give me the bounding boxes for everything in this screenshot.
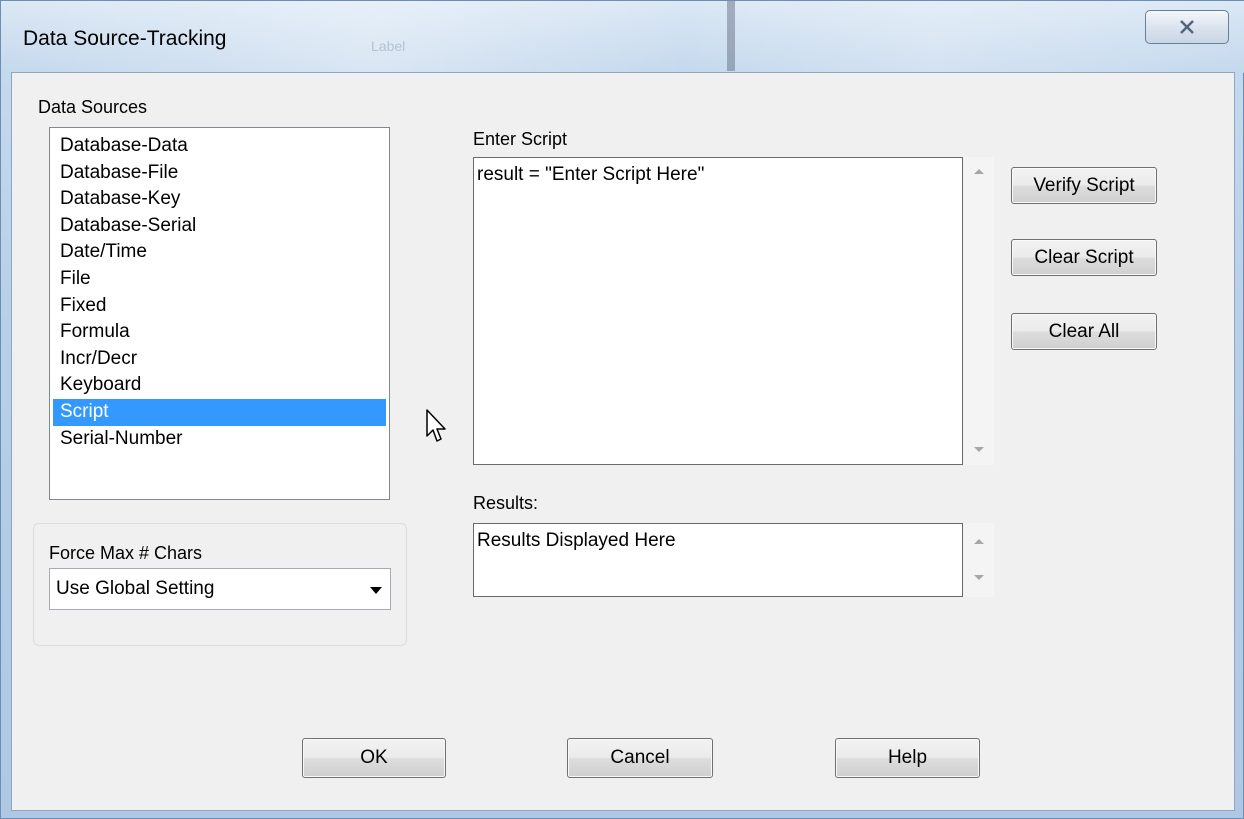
list-item[interactable]: File <box>53 266 386 293</box>
list-item[interactable]: Keyboard <box>53 372 386 399</box>
script-editor[interactable]: result = "Enter Script Here" <box>473 157 963 465</box>
list-item[interactable]: Database-File <box>53 160 386 187</box>
chevron-down-icon[interactable] <box>370 587 382 594</box>
clear-all-button[interactable]: Clear All <box>1011 313 1157 350</box>
results-box[interactable]: Results Displayed Here <box>473 523 963 597</box>
scroll-up-icon[interactable] <box>974 169 984 174</box>
list-item[interactable]: Database-Key <box>53 186 386 213</box>
dialog-client-area: Data Sources Database-Data Database-File D… <box>11 72 1235 811</box>
background-label: Label <box>371 38 406 54</box>
force-max-chars-value: Use Global Setting <box>56 578 215 599</box>
list-item[interactable]: Fixed <box>53 293 386 320</box>
results-text: Results Displayed Here <box>477 530 676 551</box>
close-icon <box>1180 20 1194 34</box>
dialog-window: Label Data Source-Tracking Data Sources … <box>0 0 1244 819</box>
results-scrollbar[interactable] <box>964 523 994 597</box>
scroll-down-icon[interactable] <box>974 447 984 452</box>
title-bar[interactable]: Label Data Source-Tracking <box>1 1 1244 73</box>
force-max-chars-label: Force Max # Chars <box>49 543 203 563</box>
scroll-up-icon[interactable] <box>974 539 984 544</box>
list-item[interactable]: Script <box>53 398 386 426</box>
list-item[interactable]: Database-Serial <box>53 213 386 240</box>
scroll-down-icon[interactable] <box>974 575 984 580</box>
list-item[interactable]: Date/Time <box>53 239 386 266</box>
close-button[interactable] <box>1145 10 1229 44</box>
help-button[interactable]: Help <box>835 738 980 778</box>
force-max-chars-select[interactable]: Use Global Setting <box>49 568 391 610</box>
results-label: Results: <box>473 493 539 513</box>
enter-script-label: Enter Script <box>473 129 568 149</box>
cancel-button[interactable]: Cancel <box>567 738 713 778</box>
script-scrollbar[interactable] <box>964 157 994 465</box>
list-item[interactable]: Serial-Number <box>53 426 386 453</box>
mouse-pointer-icon <box>426 409 446 442</box>
list-item[interactable]: Incr/Decr <box>53 346 386 373</box>
list-item[interactable]: Formula <box>53 319 386 346</box>
data-sources-list[interactable]: Database-Data Database-File Database-Key Da… <box>49 127 390 500</box>
data-sources-label: Data Sources <box>38 97 148 117</box>
list-item[interactable]: Database-Data <box>53 133 386 160</box>
background-divider <box>727 1 735 71</box>
clear-script-button[interactable]: Clear Script <box>1011 239 1157 276</box>
verify-script-button[interactable]: Verify Script <box>1011 167 1157 204</box>
ok-button[interactable]: OK <box>302 738 446 778</box>
script-text: result = "Enter Script Here" <box>477 164 705 185</box>
window-title: Data Source-Tracking <box>23 27 227 50</box>
